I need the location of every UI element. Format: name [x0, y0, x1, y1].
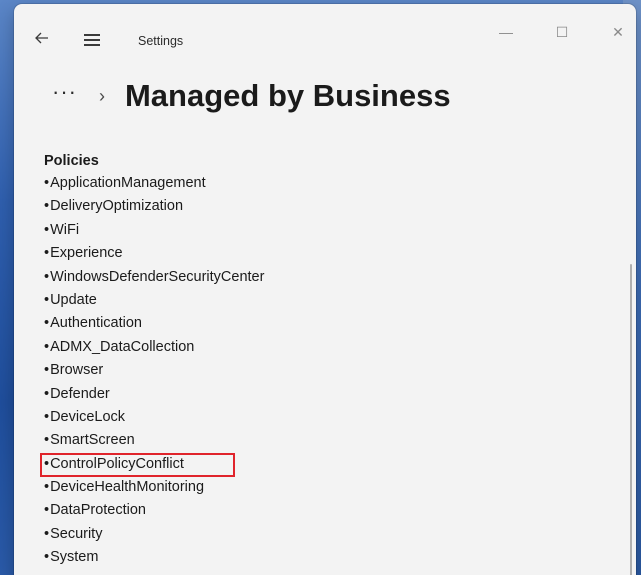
policy-name: Defender: [50, 385, 110, 402]
app-title: Settings: [138, 34, 184, 48]
maximize-button[interactable]: ☐: [542, 20, 582, 44]
list-item: •Browser: [44, 359, 614, 382]
bullet-glyph: •: [44, 315, 50, 332]
policy-name: WindowsDefenderSecurityCenter: [50, 268, 265, 285]
back-button[interactable]: [32, 30, 52, 50]
title-bar[interactable]: Settings — ☐ ✕: [14, 4, 636, 70]
bullet-glyph: •: [44, 221, 50, 238]
minimize-button[interactable]: —: [486, 20, 526, 44]
list-item: •System: [44, 546, 614, 569]
list-item: •DeviceLock: [44, 406, 614, 429]
bullet-glyph: •: [44, 385, 50, 402]
policies-section: Policies •ApplicationManagement •Delivery…: [40, 150, 614, 570]
list-item: •Defender: [44, 383, 614, 406]
list-item: •Authentication: [44, 312, 614, 335]
bullet-glyph: •: [44, 291, 50, 308]
bullet-glyph: •: [44, 198, 50, 215]
policy-name: ADMX_DataCollection: [50, 338, 195, 355]
breadcrumb: ··· › Managed by Business: [52, 76, 451, 116]
policy-name: DeviceHealthMonitoring: [50, 479, 205, 496]
list-item: •Security: [44, 523, 614, 546]
list-item: •DeliveryOptimization: [44, 195, 614, 218]
bullet-glyph: •: [44, 245, 50, 262]
policy-name: Security: [50, 525, 103, 542]
page-title: Managed by Business: [124, 78, 451, 113]
bullet-glyph: •: [44, 268, 50, 285]
policy-name: DeliveryOptimization: [50, 198, 184, 215]
policy-name: WiFi: [50, 221, 80, 238]
bullet-glyph: •: [44, 175, 50, 191]
policy-name: Experience: [50, 245, 123, 262]
policy-name: DeviceLock: [50, 408, 126, 425]
section-label: Policies: [44, 153, 99, 169]
chevron-right-icon: ›: [98, 85, 105, 106]
bullet-glyph: •: [44, 338, 50, 355]
policy-name: DataProtection: [50, 502, 146, 519]
list-item: •WiFi: [44, 219, 614, 242]
policy-name: Authentication: [50, 315, 142, 332]
list-item: •ADMX_DataCollection: [44, 336, 614, 359]
back-arrow-icon: [35, 32, 48, 44]
navigation-menu-button[interactable]: [82, 30, 104, 50]
list-item: •DataProtection: [44, 499, 614, 522]
policy-name: ApplicationManagement: [50, 175, 206, 191]
hamburger-icon: [84, 34, 100, 36]
bullet-glyph: •: [44, 549, 50, 566]
bullet-glyph: •: [44, 479, 50, 496]
bullet-glyph: •: [44, 502, 50, 519]
policy-name: SmartScreen: [50, 432, 135, 449]
bullet-glyph: •: [44, 525, 50, 542]
policy-name: Update: [50, 291, 97, 308]
policy-name: Browser: [50, 362, 104, 379]
list-item: •Experience: [44, 242, 614, 265]
highlight-box: [40, 452, 235, 477]
bullet-glyph: •: [44, 408, 50, 425]
policy-list: •ApplicationManagement •DeliveryOptimizat…: [40, 172, 614, 570]
close-button[interactable]: ✕: [598, 20, 638, 44]
policy-name: System: [50, 549, 99, 566]
bullet-glyph: •: [44, 432, 50, 449]
list-item: •ApplicationManagement: [44, 172, 614, 195]
list-item: •ControlPolicyConflict: [40, 452, 614, 477]
scrollbar[interactable]: [630, 264, 632, 575]
settings-window: Settings — ☐ ✕ ··· › Managed by Business…: [14, 4, 636, 575]
list-item: •SmartScreen: [44, 429, 614, 452]
list-item: •DeviceHealthMonitoring: [44, 476, 614, 499]
list-item: •WindowsDefenderSecurityCenter: [44, 266, 614, 289]
breadcrumb-more-button[interactable]: ···: [52, 81, 77, 103]
bullet-glyph: •: [44, 362, 50, 379]
list-item: •Update: [44, 289, 614, 312]
